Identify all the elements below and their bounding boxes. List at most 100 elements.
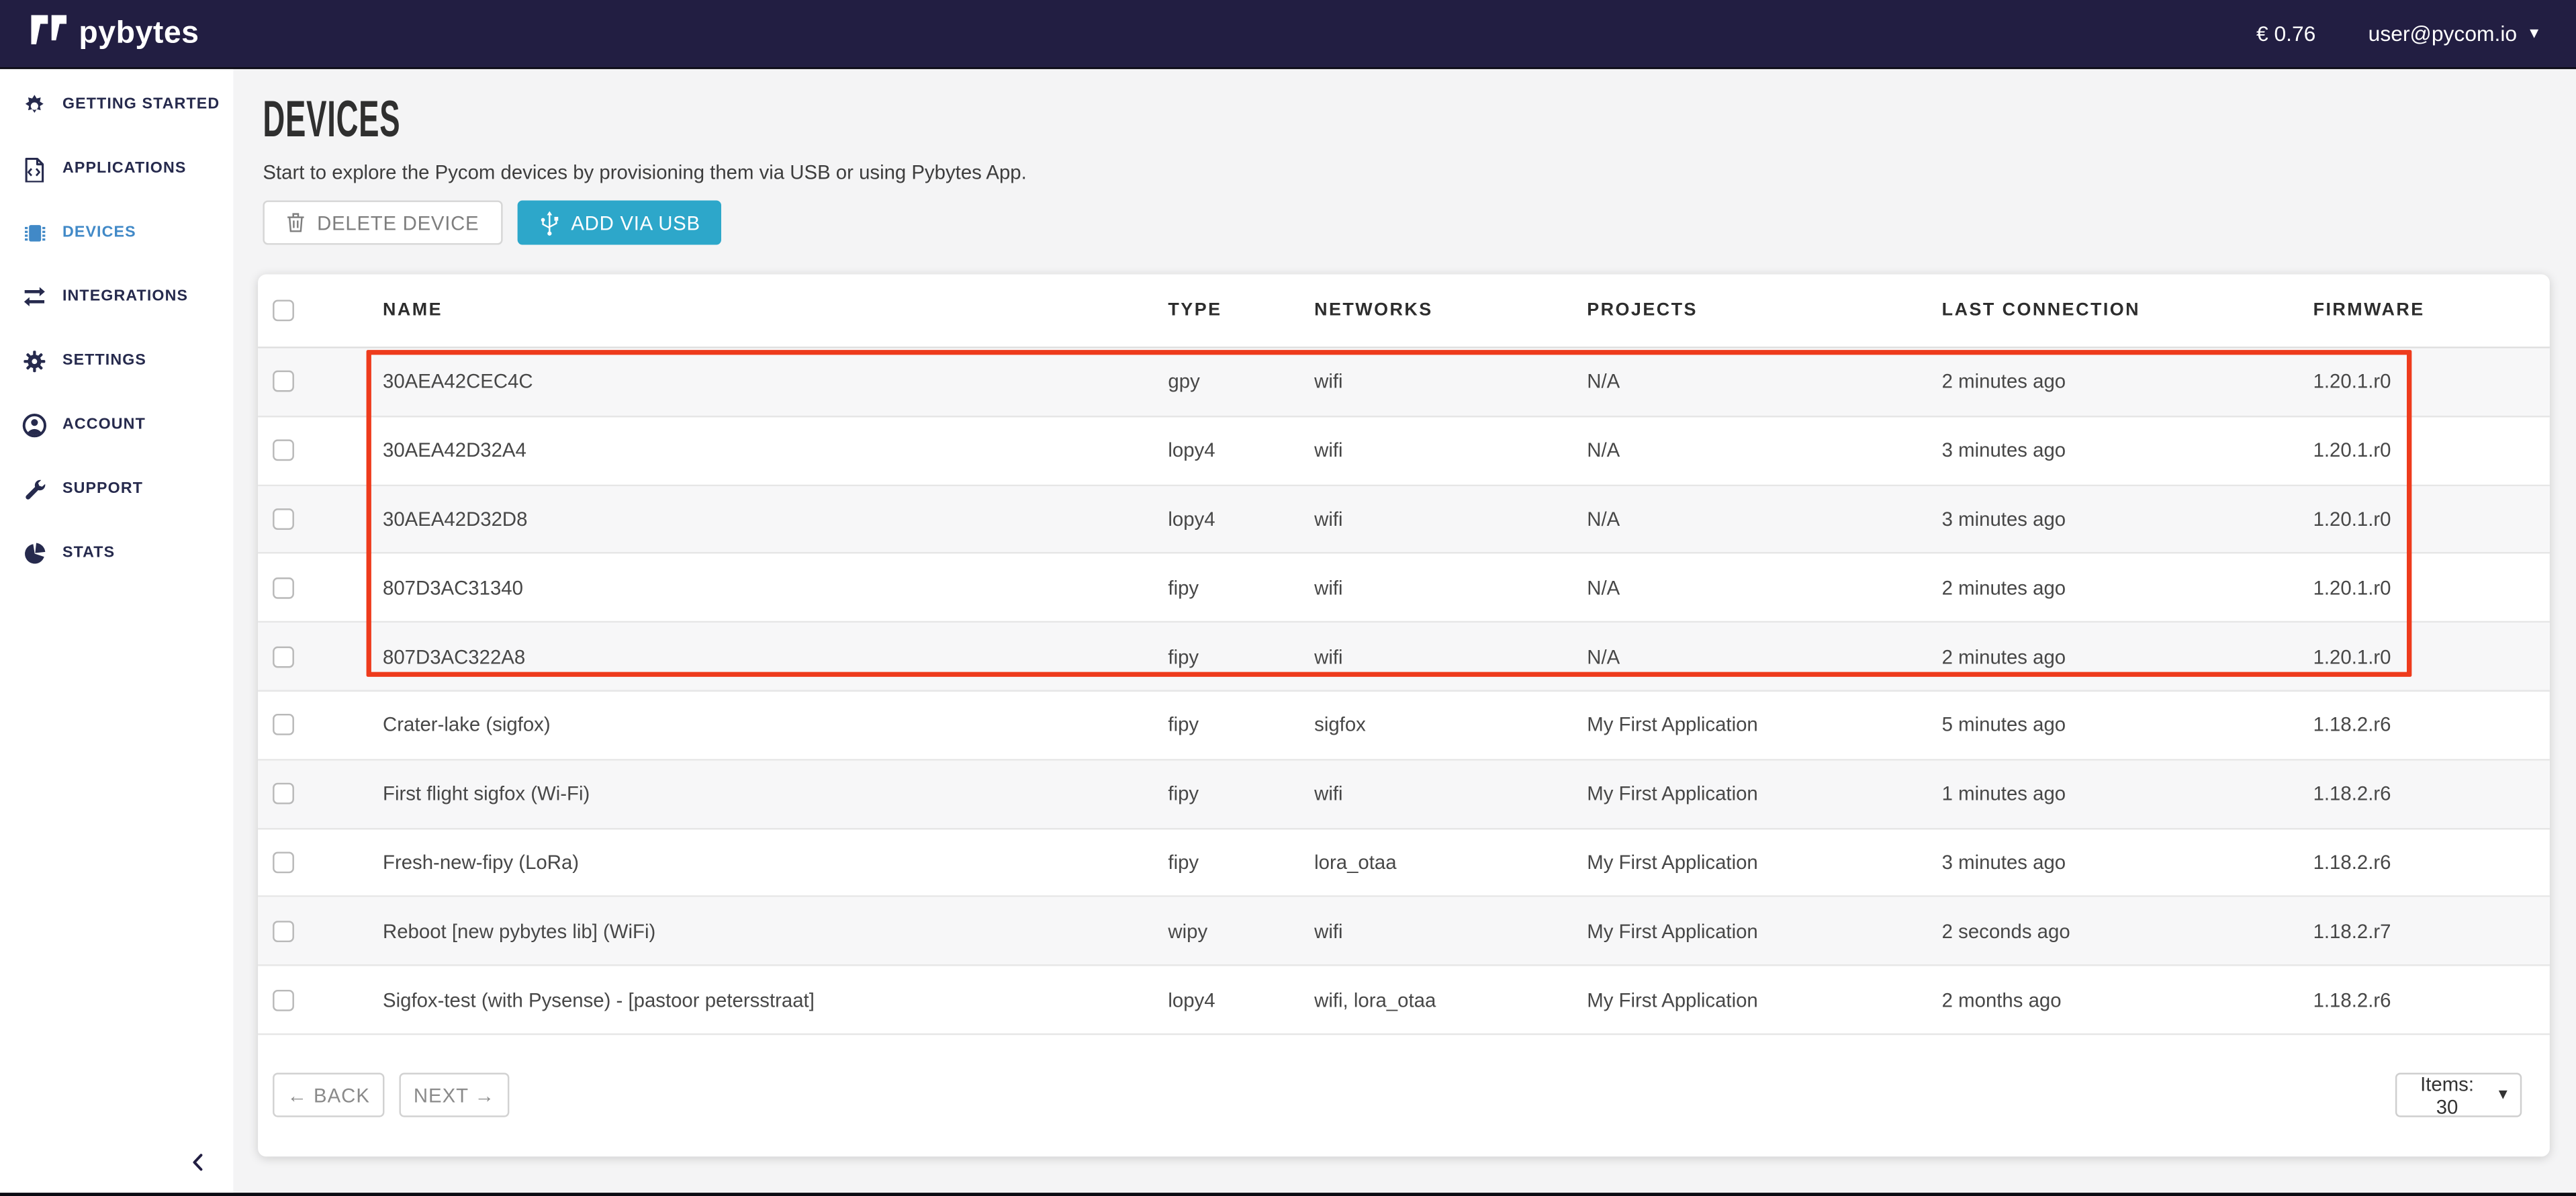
sun-icon — [19, 91, 48, 119]
cell-type: fipy — [1168, 760, 1199, 827]
device-row[interactable]: 807D3AC322A8fipywifiN/A2 minutes ago1.20… — [258, 623, 2550, 692]
row-checkbox[interactable] — [273, 577, 294, 598]
sidebar-item-label: SETTINGS — [62, 352, 146, 370]
row-checkbox[interactable] — [273, 783, 294, 804]
cell-projects: N/A — [1587, 623, 1620, 690]
chevron-left-icon — [187, 1150, 208, 1183]
cell-firmware: 1.20.1.r0 — [2313, 623, 2391, 690]
device-row[interactable]: Crater-lake (sigfox)fipysigfoxMy First A… — [258, 692, 2550, 760]
sidebar-item-stats[interactable]: STATS — [0, 521, 233, 585]
row-checkbox[interactable] — [273, 371, 294, 393]
cell-firmware: 1.18.2.r6 — [2313, 829, 2391, 896]
user-menu[interactable]: user@pycom.io ▼ — [2368, 21, 2542, 46]
cell-firmware: 1.18.2.r6 — [2313, 760, 2391, 827]
row-checkbox[interactable] — [273, 852, 294, 873]
cell-type: lopy4 — [1168, 417, 1215, 484]
balance-amount: € 0.76 — [2256, 21, 2315, 46]
sidebar-item-integrations[interactable]: INTEGRATIONS — [0, 265, 233, 328]
cell-name: Fresh-new-fipy (LoRa) — [383, 829, 579, 896]
cell-networks: wifi — [1314, 554, 1342, 621]
row-checkbox[interactable] — [273, 921, 294, 942]
column-header-networks: NETWORKS — [1314, 275, 1433, 347]
logo-text: pybytes — [79, 15, 199, 52]
cell-projects: My First Application — [1587, 966, 1758, 1033]
sidebar-nav: GETTING STARTED APPLICATIONS DEVICES INTEGR… — [0, 69, 233, 585]
cell-projects: My First Application — [1587, 829, 1758, 896]
cell-name: 30AEA42D32D8 — [383, 486, 527, 553]
next-button[interactable]: NEXT → — [399, 1073, 509, 1117]
cell-type: fipy — [1168, 692, 1199, 759]
cell-last_connection: 3 minutes ago — [1942, 829, 2066, 896]
bottom-edge-strip — [0, 1193, 2576, 1196]
cell-type: fipy — [1168, 554, 1199, 621]
row-checkbox[interactable] — [273, 989, 294, 1011]
topbar-right: € 0.76 user@pycom.io ▼ — [2256, 21, 2576, 46]
sidebar-item-label: STATS — [62, 544, 115, 562]
column-header-last_connection: LAST CONNECTION — [1942, 275, 2140, 347]
delete-device-label: DELETE DEVICE — [317, 211, 479, 234]
cell-last_connection: 2 minutes ago — [1942, 349, 2066, 416]
cell-type: lopy4 — [1168, 486, 1215, 553]
device-row[interactable]: Reboot [new pybytes lib] (WiFi)wipywifiM… — [258, 898, 2550, 966]
select-all-checkbox[interactable] — [273, 300, 294, 321]
sidebar-item-label: INTEGRATIONS — [62, 287, 188, 306]
cell-firmware: 1.20.1.r0 — [2313, 486, 2391, 553]
cell-last_connection: 1 minutes ago — [1942, 760, 2066, 827]
cell-projects: N/A — [1587, 349, 1620, 416]
device-row[interactable]: Sigfox-test (with Pysense) - [pastoor pe… — [258, 966, 2550, 1035]
items-per-page-dropdown[interactable]: Items: 30 ▼ — [2395, 1073, 2522, 1117]
device-row[interactable]: 30AEA42D32D8lopy4wifiN/A3 minutes ago1.2… — [258, 486, 2550, 554]
cell-name: Sigfox-test (with Pysense) - [pastoor pe… — [383, 966, 815, 1033]
cell-networks: wifi, lora_otaa — [1314, 966, 1436, 1033]
sidebar-item-devices[interactable]: DEVICES — [0, 200, 233, 264]
sidebar-item-getting-started[interactable]: GETTING STARTED — [0, 73, 233, 136]
column-header-firmware: FIRMWARE — [2313, 275, 2425, 347]
sidebar-item-account[interactable]: ACCOUNT — [0, 393, 233, 457]
sidebar-collapse-button[interactable] — [181, 1150, 214, 1183]
cell-last_connection: 3 minutes ago — [1942, 417, 2066, 484]
pybytes-logo[interactable]: pybytes — [31, 14, 199, 54]
page-title: DEVICES — [263, 91, 400, 150]
row-checkbox[interactable] — [273, 440, 294, 461]
device-row[interactable]: 807D3AC31340fipywifiN/A2 minutes ago1.20… — [258, 554, 2550, 623]
cell-firmware: 1.20.1.r0 — [2313, 349, 2391, 416]
cell-type: gpy — [1168, 349, 1199, 416]
action-buttons: DELETE DEVICE ADD VIA USB — [263, 200, 721, 244]
back-button[interactable]: ← BACK — [273, 1073, 384, 1117]
wrench-icon — [19, 475, 48, 503]
sidebar-item-applications[interactable]: APPLICATIONS — [0, 136, 233, 200]
cell-projects: N/A — [1587, 554, 1620, 621]
row-checkbox[interactable] — [273, 715, 294, 736]
column-header-type: TYPE — [1168, 275, 1222, 347]
table-body: 30AEA42CEC4CgpywifiN/A2 minutes ago1.20.… — [258, 349, 2550, 1036]
cell-name: 30AEA42D32A4 — [383, 417, 526, 484]
device-row[interactable]: 30AEA42CEC4CgpywifiN/A2 minutes ago1.20.… — [258, 349, 2550, 417]
cell-name: Reboot [new pybytes lib] (WiFi) — [383, 898, 655, 965]
cell-projects: My First Application — [1587, 760, 1758, 827]
sidebar-item-label: APPLICATIONS — [62, 159, 187, 177]
sidebar-item-support[interactable]: SUPPORT — [0, 457, 233, 520]
device-row[interactable]: 30AEA42D32A4lopy4wifiN/A3 minutes ago1.2… — [258, 417, 2550, 486]
code-file-icon — [19, 154, 48, 183]
cell-last_connection: 2 minutes ago — [1942, 623, 2066, 690]
app-viewport: pybytes € 0.76 user@pycom.io ▼ GETTING S… — [0, 0, 2576, 1196]
sidebar-item-settings[interactable]: SETTINGS — [0, 328, 233, 392]
delete-device-button[interactable]: DELETE DEVICE — [263, 200, 502, 244]
device-row[interactable]: First flight sigfox (Wi-Fi)fipywifiMy Fi… — [258, 760, 2550, 829]
gear-icon — [19, 347, 48, 375]
row-checkbox[interactable] — [273, 508, 294, 530]
cell-firmware: 1.18.2.r6 — [2313, 692, 2391, 759]
pycom-mark-icon — [31, 14, 67, 54]
device-row[interactable]: Fresh-new-fipy (LoRa)fipylora_otaaMy Fir… — [258, 829, 2550, 897]
chevron-down-icon: ▼ — [2495, 1088, 2510, 1103]
chevron-down-icon: ▼ — [2527, 26, 2542, 41]
cell-last_connection: 5 minutes ago — [1942, 692, 2066, 759]
row-checkbox[interactable] — [273, 646, 294, 668]
add-via-usb-button[interactable]: ADD VIA USB — [517, 200, 722, 244]
sidebar-item-label: ACCOUNT — [62, 416, 146, 434]
cell-networks: wifi — [1314, 760, 1342, 827]
trash-icon — [286, 212, 306, 234]
sidebar-item-label: GETTING STARTED — [62, 95, 220, 113]
sidebar-item-label: SUPPORT — [62, 479, 143, 498]
cell-firmware: 1.20.1.r0 — [2313, 554, 2391, 621]
